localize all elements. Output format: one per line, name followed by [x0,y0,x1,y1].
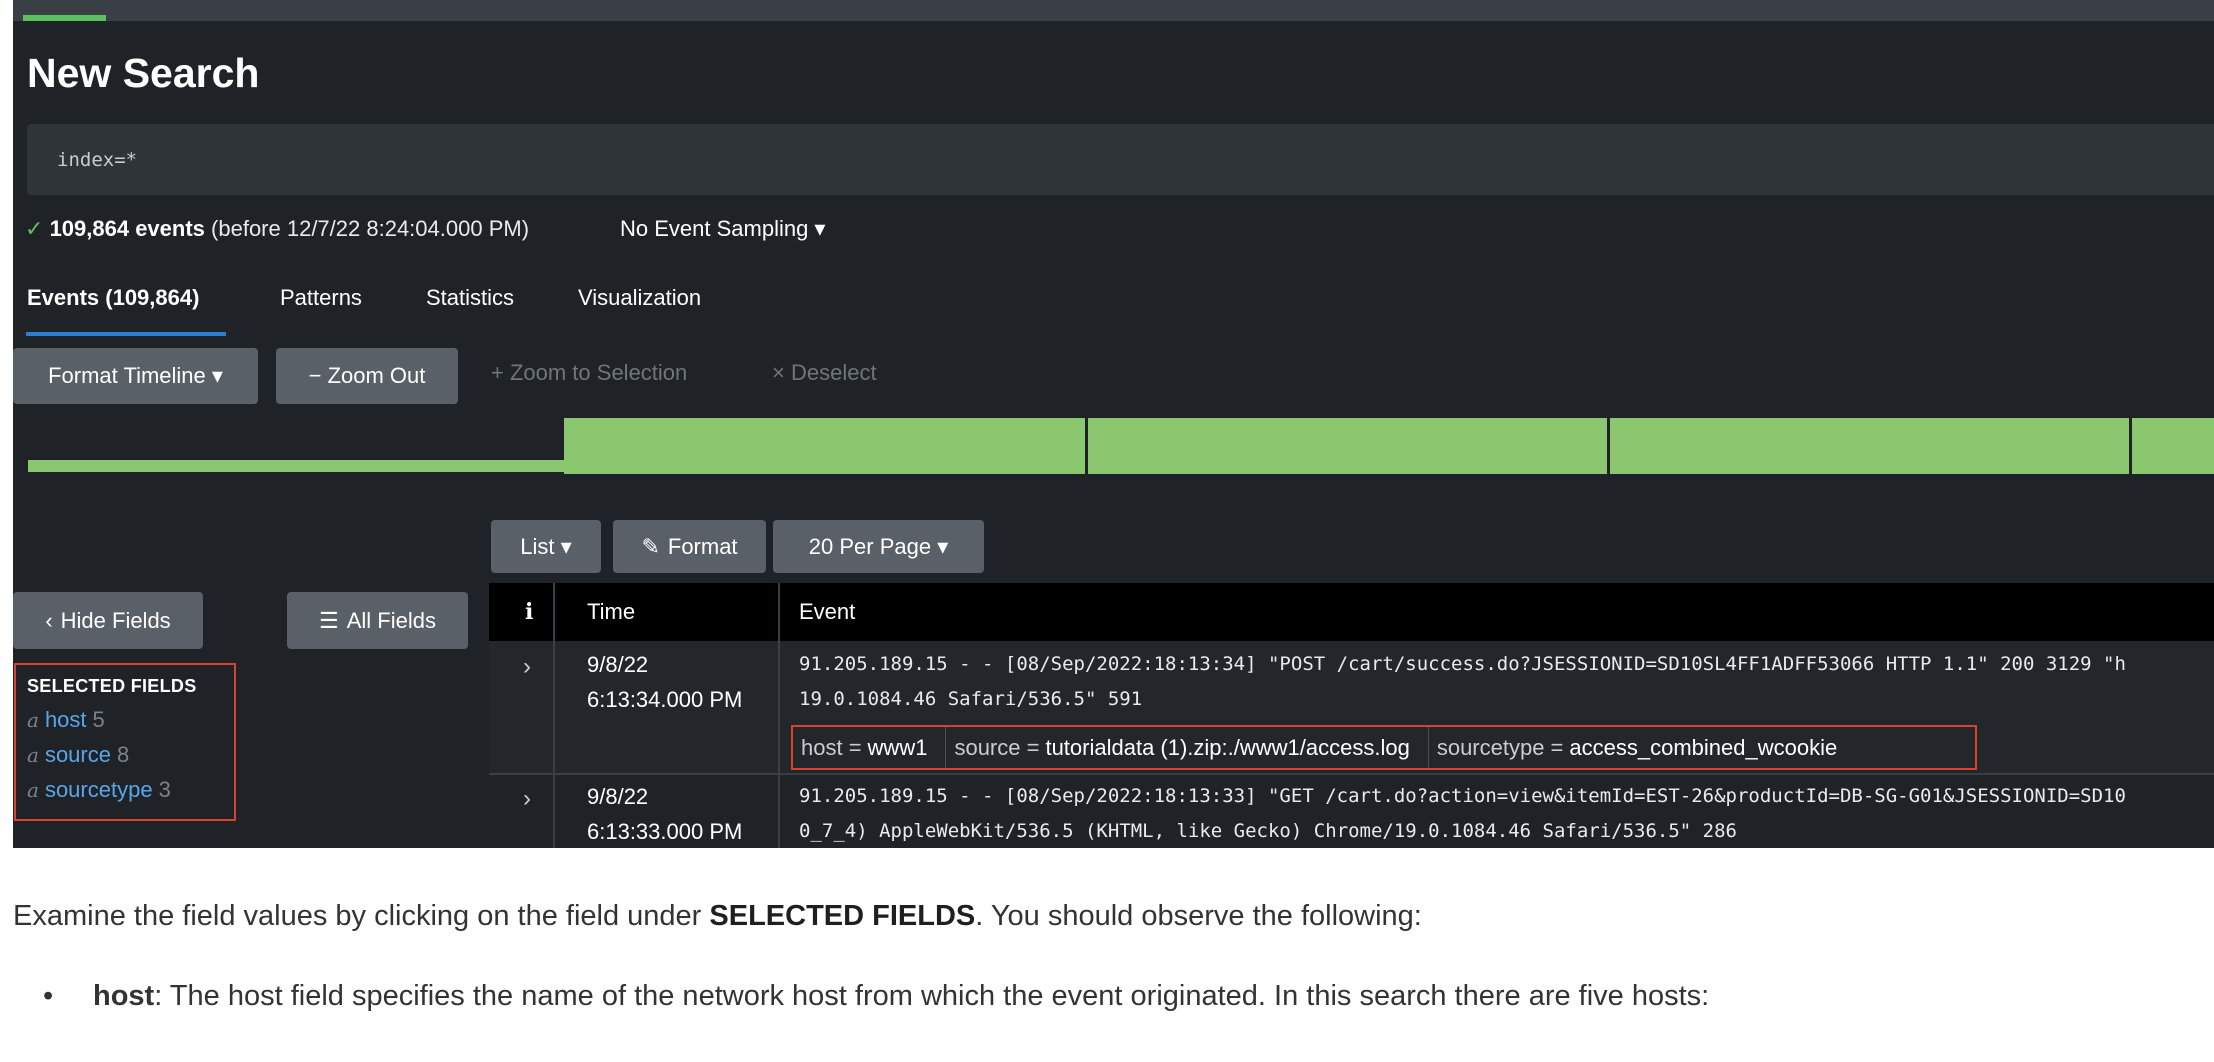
event-raw-line: 19.0.1084.46 Safari/536.5" 591 [799,688,1143,710]
field-count: 8 [116,742,130,767]
field-name[interactable]: source [45,742,111,767]
instruction-paragraph: Examine the field values by clicking on … [13,900,1422,933]
search-bar[interactable] [27,124,2214,195]
field-name[interactable]: host [45,707,87,732]
field-value[interactable]: tutorialdata (1).zip:./www1/access.log [1045,735,1409,761]
zoom-out-button[interactable]: − Zoom Out [276,348,458,404]
tab-visualization[interactable]: Visualization [578,285,701,311]
event-sampling-dropdown[interactable]: No Event Sampling ▾ [620,216,825,242]
time-column-header[interactable]: Time [587,599,635,625]
field-type-icon: a [27,708,39,732]
field-value[interactable]: www1 [868,735,928,761]
search-input[interactable] [27,124,2214,195]
column-divider [778,583,780,848]
all-fields-label: All Fields [346,607,436,633]
event-date: 9/8/22 [587,784,649,809]
format-button[interactable]: ✎ Format [613,520,766,573]
list-icon: ☰ [319,607,339,633]
instruction-bold: SELECTED FIELDS [709,900,976,932]
event-field-host[interactable]: host = www1 [793,727,947,768]
timeline-bar[interactable] [28,460,564,472]
event-time-range: (before 12/7/22 8:24:04.000 PM) [211,216,530,241]
hide-fields-label: Hide Fields [60,607,171,633]
pencil-icon: ✎ [641,533,660,559]
timeline-divider [2129,418,2132,474]
event-column-header: Event [799,599,856,624]
event-timeline[interactable] [28,418,2214,474]
all-fields-button[interactable]: ☰ All Fields [287,592,468,649]
field-key: host = [801,734,862,760]
active-tab-underline [26,332,226,336]
timeline-divider [1085,418,1088,474]
format-button-label: Format [667,533,738,559]
bullet-icon: • [43,980,54,1012]
per-page-dropdown[interactable]: 20 Per Page ▾ [773,520,984,573]
field-count: 3 [158,777,171,802]
event-date: 9/8/22 [587,652,649,677]
field-key: source = [954,734,1040,760]
field-type-icon: a [27,778,39,802]
events-table: i Time Event › 9/8/22 6:13:34.000 PM 91.… [489,583,2214,848]
page-title: New Search [27,50,260,96]
field-count: 5 [92,707,105,732]
table-header: i Time Event [489,583,2214,641]
event-raw-line: 0_7_4) AppleWebKit/536.5 (KHTML, like Ge… [799,820,1737,842]
event-field-sourcetype[interactable]: sourcetype = access_combined_wcookie [1429,727,1855,768]
column-divider [553,583,555,848]
format-timeline-button[interactable]: Format Timeline ▾ [13,348,258,404]
list-item-rest: : The host field specifies the name of t… [154,980,1710,1012]
splunk-search-screenshot: New Search ✓ 109,864 events (before 12/7… [13,0,2214,848]
instruction-text: Examine the field values by clicking on … [13,900,710,932]
field-key: sourcetype = [1436,734,1564,760]
tab-events[interactable]: Events (109,864) [27,285,199,311]
active-app-indicator [23,15,106,21]
deselect-button[interactable]: × Deselect [772,360,877,386]
table-row: › 9/8/22 6:13:33.000 PM 91.205.189.15 - … [489,775,2214,848]
event-raw-line: 91.205.189.15 - - [08/Sep/2022:18:13:34]… [799,653,2126,675]
event-raw-line: 91.205.189.15 - - [08/Sep/2022:18:13:33]… [799,785,2126,807]
field-name[interactable]: sourcetype [45,777,153,802]
check-icon: ✓ [25,216,44,241]
list-view-dropdown[interactable]: List ▾ [491,520,601,573]
field-value[interactable]: access_combined_wcookie [1569,735,1837,761]
event-field-source[interactable]: source = tutorialdata (1).zip:./www1/acce… [946,727,1429,768]
chevron-left-icon: ‹ [45,607,53,633]
top-navigation-bar [13,0,2214,21]
timeline-divider [1607,418,1610,474]
expand-row-icon[interactable]: › [523,653,531,681]
field-type-icon: a [27,743,39,767]
timeline-bar[interactable] [564,418,2214,474]
event-time: 6:13:33.000 PM [587,819,743,844]
event-count-status: ✓ 109,864 events (before 12/7/22 8:24:04… [25,216,529,242]
event-time: 6:13:34.000 PM [587,687,743,712]
field-sourcetype[interactable]: a sourcetype 3 [27,777,171,803]
zoom-to-selection-button[interactable]: + Zoom to Selection [491,360,687,386]
selected-fields-header: SELECTED FIELDS [27,676,197,696]
field-host[interactable]: a host 5 [27,707,105,733]
field-source[interactable]: a source 8 [27,742,129,768]
tab-patterns[interactable]: Patterns [280,285,362,311]
instruction-text: . You should observe the following: [975,900,1422,932]
hide-fields-button[interactable]: ‹ Hide Fields [13,592,203,649]
tab-statistics[interactable]: Statistics [426,285,514,311]
info-column-header: i [525,599,534,625]
expand-row-icon[interactable]: › [523,785,531,813]
event-count: 109,864 events [49,216,205,241]
list-item-text: host: The host field specifies the name … [93,980,1709,1013]
list-item-bold: host [93,980,155,1012]
event-fields-highlight: host = www1 source = tutorialdata (1).zip:… [791,725,1977,770]
